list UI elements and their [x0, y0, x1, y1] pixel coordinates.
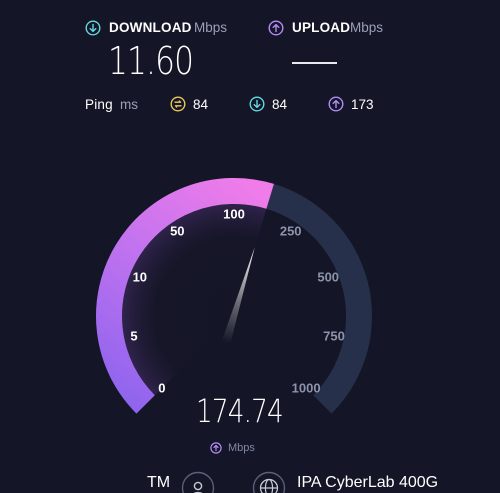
user-icon[interactable] — [181, 471, 215, 493]
provider-name: TM — [147, 474, 171, 491]
gauge-tick-label: 50 — [170, 224, 184, 239]
gauge-tick-label: 250 — [280, 224, 302, 239]
gauge-tick-label: 10 — [133, 270, 147, 285]
gauge-tick-label: 100 — [223, 207, 245, 222]
gauge-tick-label: 1000 — [292, 381, 321, 396]
speedtest-screen: DOWNLOAD Mbps 11.60 UPLOAD Mbps Ping ms … — [0, 0, 500, 493]
gauge-tick-label: 750 — [323, 328, 345, 343]
server-name: IPA CyberLab 400G — [297, 474, 439, 491]
gauge-tick-label: 500 — [317, 270, 339, 285]
gauge-speed-unit: Mbps — [228, 442, 255, 454]
gauge-tick-label: 0 — [158, 381, 165, 396]
globe-icon[interactable] — [252, 471, 286, 493]
gauge-tick-label: 5 — [130, 328, 137, 343]
gauge-speed-readout: 174.74 — [196, 392, 284, 430]
upload-arrow-icon — [210, 442, 222, 454]
